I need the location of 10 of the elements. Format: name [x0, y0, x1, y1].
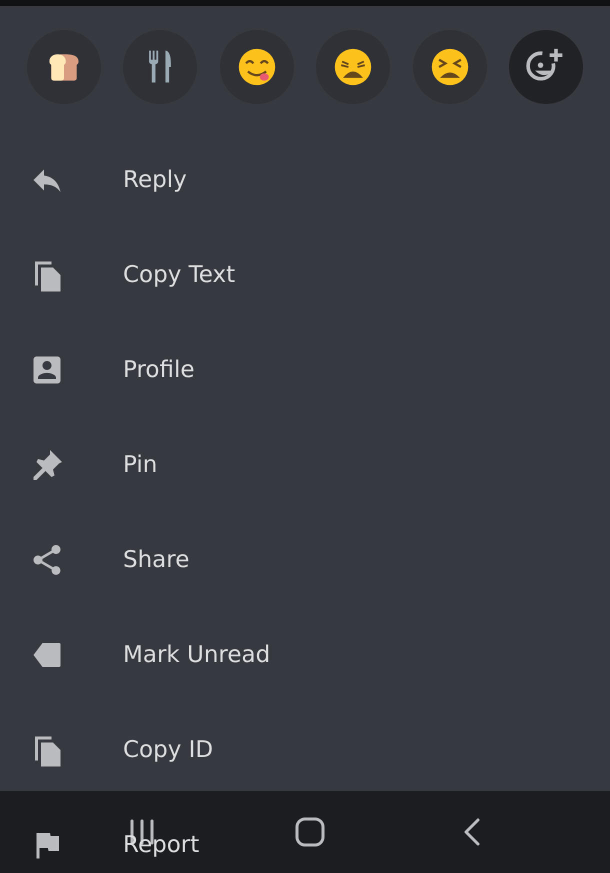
menu-item[interactable]: Profile	[0, 345, 203, 395]
menu-item[interactable]: Pin	[0, 440, 166, 490]
menu-item[interactable]: Reply	[0, 155, 195, 205]
menu-item[interactable]: Mark Unread	[0, 630, 278, 680]
menu-item[interactable]: Copy ID	[0, 725, 222, 775]
weary-emoji-icon	[333, 47, 374, 87]
yum-emoji-icon	[236, 47, 277, 87]
menu-item[interactable]: Share	[0, 535, 198, 585]
menu-item[interactable]: Copy Text	[0, 250, 244, 300]
tired-emoji-icon	[430, 47, 470, 87]
